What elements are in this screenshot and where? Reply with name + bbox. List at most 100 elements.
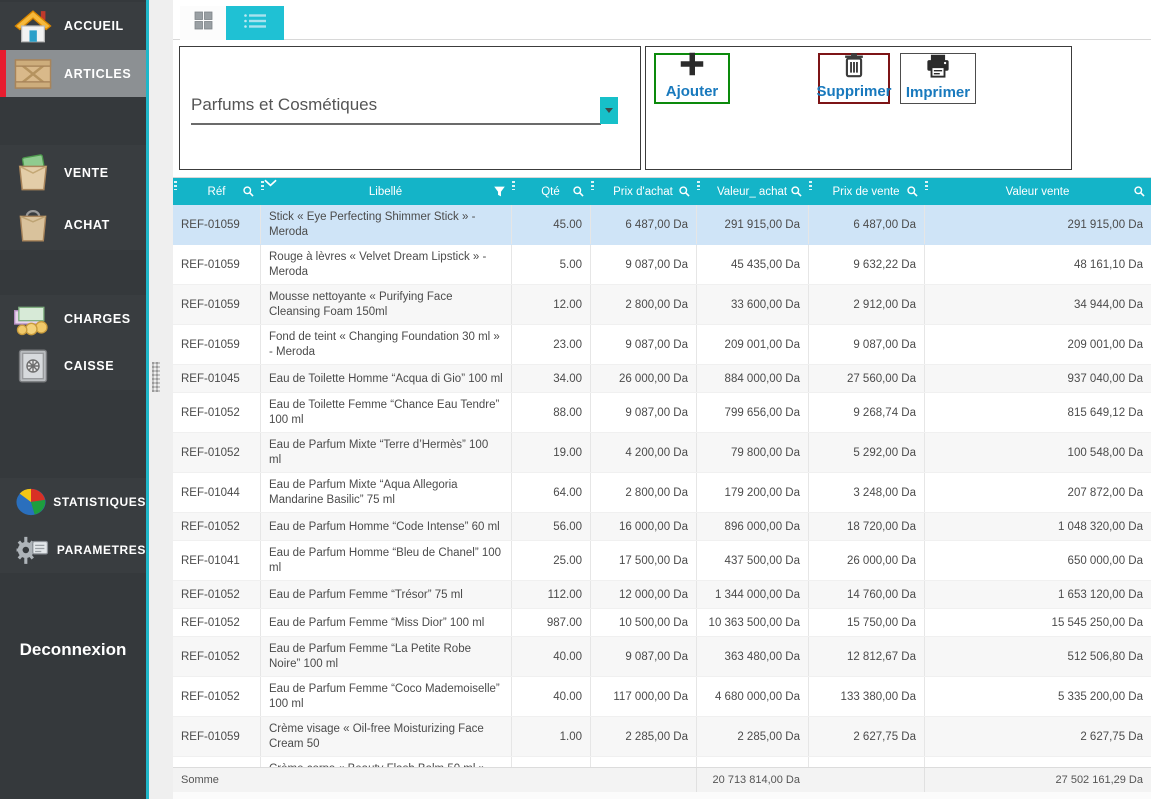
column-header-label: Prix de vente (832, 186, 899, 198)
cell-qte: 19.00 (511, 433, 590, 472)
table-row[interactable]: REF-01044 Eau de Parfum Mixte “Aqua Alle… (173, 473, 1151, 513)
purchase-bag-icon (12, 206, 54, 244)
cell-valeur-achat: 4 680 000,00 Da (696, 677, 808, 716)
table-row[interactable]: REF-01052 Eau de Toilette Femme “Chance … (173, 393, 1151, 433)
cell-prix-vente: 14 760,00 Da (808, 581, 924, 608)
column-header-qte[interactable]: Qté (511, 178, 590, 205)
cell-libelle: Eau de Parfum Homme “Code Intense” 60 ml (260, 513, 511, 540)
column-header-prix-achat[interactable]: Prix d'achat (590, 178, 696, 205)
table-row[interactable]: REF-01059 Mousse nettoyante « Purifying … (173, 285, 1151, 325)
table-row[interactable]: REF-01052 Eau de Parfum Femme “Trésor” 7… (173, 581, 1151, 609)
chevron-down-icon (605, 108, 613, 113)
column-resize-grip[interactable] (925, 181, 928, 190)
sidebar-item-caisse[interactable]: CAISSE (0, 342, 146, 390)
category-dropdown-value[interactable]: Parfums et Cosmétiques (191, 95, 601, 123)
cell-prix-vente: 18 720,00 Da (808, 513, 924, 540)
view-tabbar (173, 6, 1151, 40)
cell-valeur-vente: 207 872,00 Da (924, 473, 1151, 512)
cell-libelle: Stick « Eye Perfecting Shimmer Stick » -… (260, 205, 511, 244)
table-row[interactable]: REF-01059 Crème corps « Beauty Flash Bal… (173, 757, 1151, 767)
cell-libelle: Eau de Parfum Femme “Coco Mademoiselle” … (260, 677, 511, 716)
search-icon[interactable] (242, 185, 255, 201)
column-header-label: Réf (208, 186, 226, 198)
sidebar-item-statistiques[interactable]: STATISTIQUES (0, 478, 146, 526)
cell-libelle: Eau de Parfum Femme “Miss Dior” 100 ml (260, 609, 511, 636)
table-row[interactable]: REF-01052 Eau de Parfum Femme “Coco Made… (173, 677, 1151, 717)
sidebar-item-accueil[interactable]: ACCUEIL (0, 2, 146, 50)
cell-prix-vente: 6 487,00 Da (808, 205, 924, 244)
column-header-valeur-achat[interactable]: Valeur_ achat (696, 178, 808, 205)
category-dropdown[interactable]: Parfums et Cosmétiques (191, 95, 601, 125)
cell-prix-achat: 9 087,00 Da (590, 325, 696, 364)
column-header-libelle[interactable]: Libellé (260, 178, 511, 205)
filter-icon[interactable] (493, 185, 506, 201)
search-icon[interactable] (572, 185, 585, 201)
cell-valeur-achat: 2 285,00 Da (696, 717, 808, 756)
cell-qte: 987.00 (511, 609, 590, 636)
cell-qte: 25.00 (511, 541, 590, 580)
sidebar-item-charges[interactable]: CHARGES (0, 295, 146, 342)
cell-libelle: Eau de Parfum Homme “Bleu de Chanel” 100… (260, 541, 511, 580)
table-row[interactable]: REF-01052 Eau de Parfum Femme “La Petite… (173, 637, 1151, 677)
sidebar-item-parametres[interactable]: PARAMETRES (0, 526, 146, 573)
cell-prix-achat: 2 800,00 Da (590, 285, 696, 324)
table-row[interactable]: REF-01052 Eau de Parfum Femme “Miss Dior… (173, 609, 1151, 637)
cell-valeur-achat: 70 200,00 Da (696, 757, 808, 767)
logout-button[interactable]: Deconnexion (0, 635, 146, 665)
table-bottom-pad (173, 792, 1151, 799)
search-icon[interactable] (790, 185, 803, 201)
column-resize-grip[interactable] (697, 181, 700, 190)
gear-icon (12, 533, 53, 567)
tab-list-view[interactable] (226, 6, 284, 40)
table-row[interactable]: REF-01059 Stick « Eye Perfecting Shimmer… (173, 205, 1151, 245)
table-row[interactable]: REF-01059 Crème visage « Oil-free Moistu… (173, 717, 1151, 757)
grid-header: Réf Libellé Qté (173, 178, 1151, 205)
column-resize-grip[interactable] (174, 181, 177, 190)
cell-libelle: Crème visage « Oil-free Moisturizing Fac… (260, 717, 511, 756)
sidebar-item-achat[interactable]: ACHAT (0, 200, 146, 250)
column-header-ref[interactable]: Réf (173, 178, 260, 205)
cell-libelle: Fond de teint « Changing Foundation 30 m… (260, 325, 511, 364)
cell-qte: 40.00 (511, 637, 590, 676)
cell-ref: REF-01045 (173, 365, 260, 392)
cell-ref: REF-01059 (173, 205, 260, 244)
column-header-prix-vente[interactable]: Prix de vente (808, 178, 924, 205)
table-row[interactable]: REF-01059 Fond de teint « Changing Found… (173, 325, 1151, 365)
cell-libelle: Eau de Toilette Femme “Chance Eau Tendre… (260, 393, 511, 432)
table-row[interactable]: REF-01045 Eau de Toilette Homme “Acqua d… (173, 365, 1151, 393)
cell-qte: 112.00 (511, 581, 590, 608)
cell-prix-achat: 4 200,00 Da (590, 433, 696, 472)
add-button[interactable]: Ajouter (654, 53, 730, 104)
column-resize-grip[interactable] (809, 181, 812, 190)
sidebar-item-vente[interactable]: VENTE (0, 145, 146, 200)
sidebar: ACCUEIL ARTICLES VENTE (0, 0, 146, 799)
delete-button[interactable]: Supprimer (818, 53, 890, 104)
search-icon[interactable] (678, 185, 691, 201)
cell-valeur-achat: 10 363 500,00 Da (696, 609, 808, 636)
cell-valeur-achat: 884 000,00 Da (696, 365, 808, 392)
column-resize-grip[interactable] (591, 181, 594, 190)
cell-libelle: Rouge à lèvres « Velvet Dream Lipstick »… (260, 245, 511, 284)
search-icon[interactable] (906, 185, 919, 201)
table-row[interactable]: REF-01052 Eau de Parfum Mixte “Terre d’H… (173, 433, 1151, 473)
splitter-grip[interactable] (152, 362, 160, 392)
cell-ref: REF-01052 (173, 393, 260, 432)
sidebar-item-label: ACHAT (64, 218, 110, 232)
print-button[interactable]: Imprimer (900, 53, 976, 104)
cell-ref: REF-01059 (173, 325, 260, 364)
table-row[interactable]: REF-01052 Eau de Parfum Homme “Code Inte… (173, 513, 1151, 541)
cell-prix-vente: 9 087,00 Da (808, 325, 924, 364)
sidebar-item-articles[interactable]: ARTICLES (0, 50, 146, 97)
delete-button-label: Supprimer (817, 83, 892, 100)
cell-prix-achat: 117 000,00 Da (590, 677, 696, 716)
sidebar-item-label: CHARGES (64, 312, 131, 326)
column-header-label: Prix d'achat (613, 186, 673, 198)
search-icon[interactable] (1133, 185, 1146, 201)
column-header-valeur-vente[interactable]: Valeur vente (924, 178, 1151, 205)
cell-valeur-vente: 100 548,00 Da (924, 433, 1151, 472)
table-row[interactable]: REF-01041 Eau de Parfum Homme “Bleu de C… (173, 541, 1151, 581)
tab-grid-view[interactable] (180, 6, 226, 40)
table-row[interactable]: REF-01059 Rouge à lèvres « Velvet Dream … (173, 245, 1151, 285)
column-resize-grip[interactable] (512, 181, 515, 190)
dropdown-button[interactable] (600, 97, 618, 124)
